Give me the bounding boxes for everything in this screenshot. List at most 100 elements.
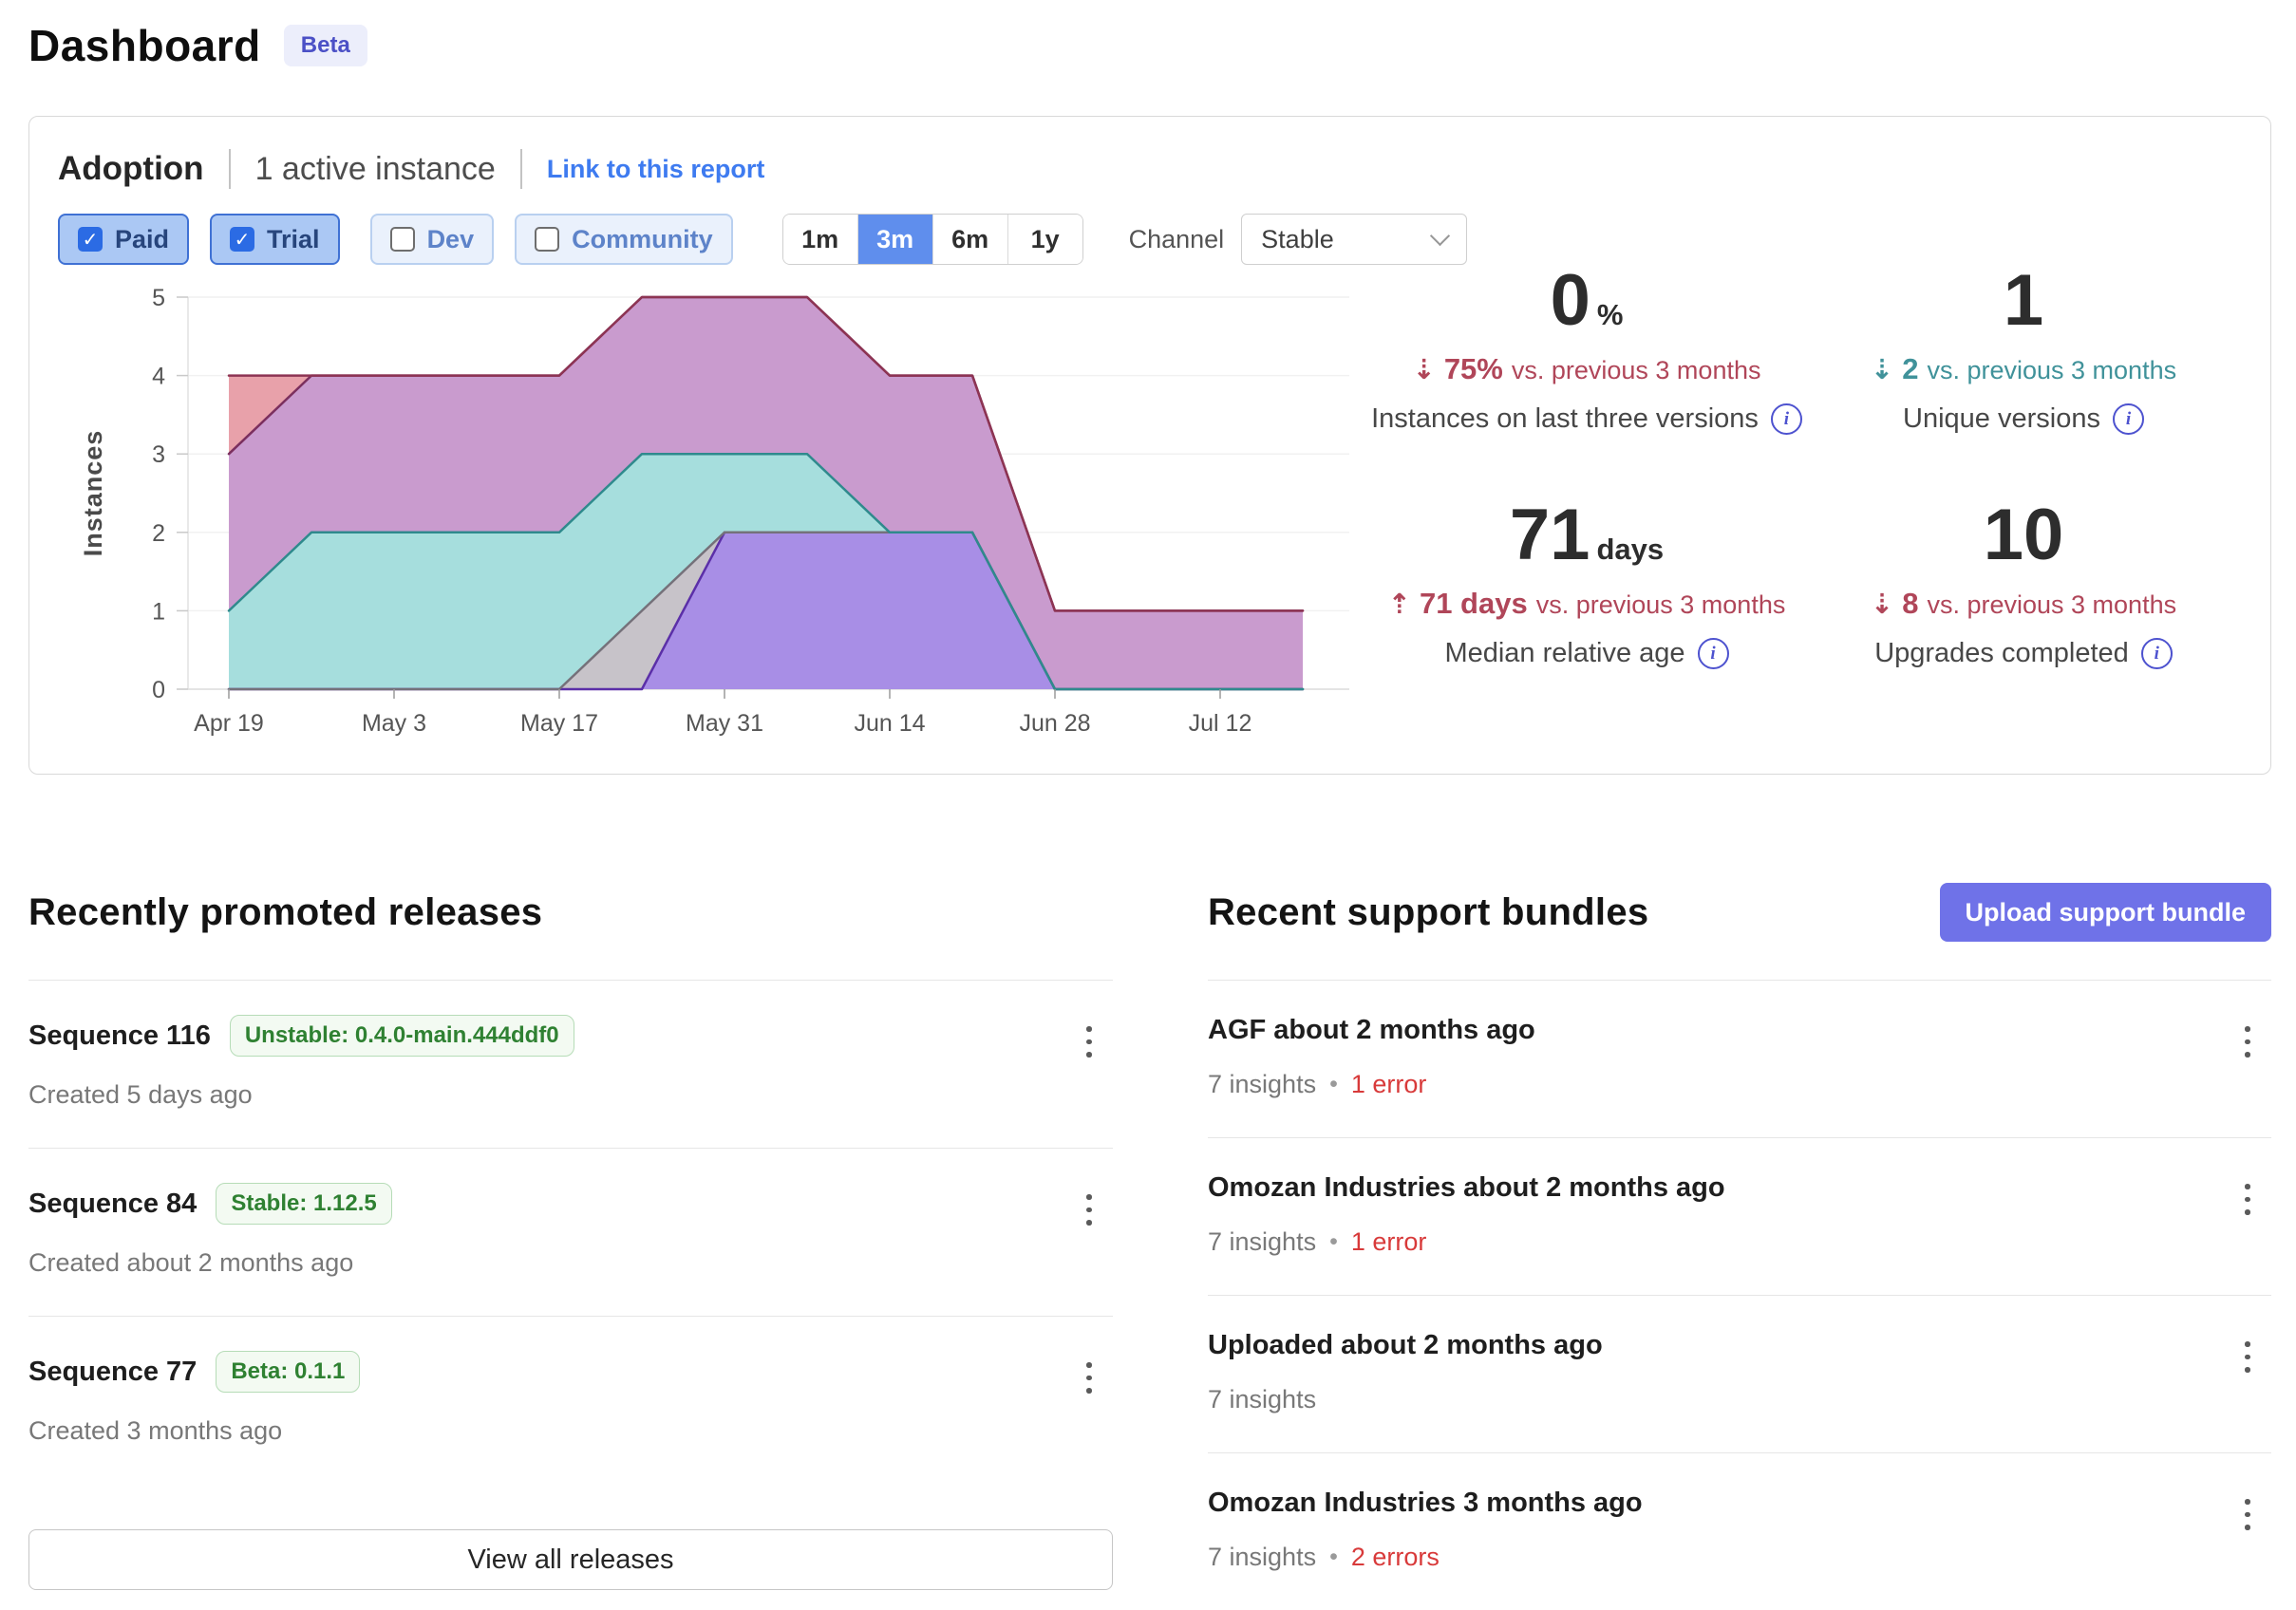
range-option-3m[interactable]: 3m [857,215,932,264]
filter-toggle-dev[interactable]: Dev [370,214,495,265]
bundle-insights: 7 insights [1208,1543,1316,1572]
svg-text:2: 2 [152,520,165,547]
filter-label: Dev [427,225,475,254]
checkbox-unchecked-icon [535,227,559,252]
channel-select[interactable]: Stable [1241,214,1467,265]
chart-and-stats: 012345Apr 19May 3May 17May 31Jun 14Jun 2… [58,265,2242,743]
chevron-down-icon [1430,226,1450,246]
svg-text:Jul 12: Jul 12 [1189,710,1252,737]
support-bundle-row[interactable]: Omozan Industries about 2 months ago 7 in… [1208,1137,2271,1295]
info-icon[interactable]: i [1698,638,1729,669]
divider [520,149,522,189]
bundle-insights: 7 insights [1208,1070,1316,1099]
filter-label: Paid [115,225,169,254]
kebab-menu-icon[interactable] [1073,1022,1105,1061]
time-range-control: 1m3m6m1y [782,214,1083,265]
info-icon[interactable]: i [2113,403,2144,435]
beta-badge: Beta [284,25,367,66]
kebab-menu-icon[interactable] [1073,1190,1105,1229]
license-filters: ✓ Paid ✓ Trial Dev Community [58,214,754,265]
kebab-menu-icon[interactable] [1073,1358,1105,1397]
release-created: Created 3 months ago [28,1416,1113,1446]
release-row[interactable]: Sequence 116 Unstable: 0.4.0-main.444ddf0… [28,980,1113,1148]
bundle-meta: 7 insights•1 error [1208,1070,2271,1099]
bundle-title: Omozan Industries about 2 months ago [1208,1172,1725,1204]
bundle-meta: 7 insights [1208,1385,2271,1414]
stat-label: Upgrades completed i [1805,638,2242,669]
info-icon[interactable]: i [2141,638,2173,669]
stat-delta-value: 8 [1902,587,1918,621]
range-option-6m[interactable]: 6m [932,215,1007,264]
stat-value-suffix: days [1596,533,1664,566]
stat-label-text: Upgrades completed [1874,638,2129,669]
adoption-filters-row: ✓Paid✓TrialDevCommunity 1m3m6m1y Channel… [58,214,2242,265]
stat-delta-value: 71 days [1420,587,1528,621]
adoption-card: Adoption 1 active instance Link to this … [28,116,2271,775]
svg-text:May 17: May 17 [520,710,598,737]
stat-delta: ⇣2vs. previous 3 months [1805,352,2242,386]
range-option-1m[interactable]: 1m [783,215,857,264]
checkbox-checked-icon: ✓ [230,227,254,252]
view-all-releases-button[interactable]: View all releases [28,1529,1113,1590]
stat-value: 10 [1805,499,2242,571]
kebab-menu-icon[interactable] [2231,1338,2264,1376]
svg-text:0: 0 [152,677,165,703]
filter-toggle-trial[interactable]: ✓ Trial [210,214,340,265]
release-row[interactable]: Sequence 77Beta: 0.1.1Created 3 months a… [28,1316,1113,1484]
channel-select-value: Stable [1261,225,1334,254]
stat-delta-caption: vs. previous 3 months [1927,356,2176,385]
bundle-title-line: Omozan Industries about 2 months ago [1208,1172,2271,1204]
page-title: Dashboard [28,20,261,71]
releases-heading: Recently promoted releases [28,891,542,934]
page-header: Dashboard Beta [28,15,2271,76]
svg-text:Jun 14: Jun 14 [854,710,925,737]
support-bundle-row[interactable]: Omozan Industries 3 months ago 7 insights… [1208,1452,2271,1610]
bundle-title-line: Omozan Industries 3 months ago [1208,1488,2271,1519]
release-row[interactable]: Sequence 84Stable: 1.12.5Created about 2… [28,1148,1113,1316]
stat-label: Median relative agei [1368,638,1805,669]
svg-text:5: 5 [152,285,165,311]
svg-text:4: 4 [152,364,165,390]
filter-toggle-paid[interactable]: ✓ Paid [58,214,189,265]
kebab-menu-icon[interactable] [2231,1180,2264,1219]
upload-support-bundle-button[interactable]: Upload support bundle [1940,883,2271,942]
release-created: Created about 2 months ago [28,1248,1113,1278]
bundle-title: AGF about 2 months ago [1208,1015,1535,1046]
release-title: Sequence 116 [28,1020,211,1052]
stat-block-0: 0%⇣75%vs. previous 3 monthsInstances on … [1368,265,1805,435]
link-to-report[interactable]: Link to this report [547,155,765,184]
stat-value-suffix: % [1597,298,1624,331]
filter-label: Community [572,225,713,254]
stat-label-text: Instances on last three versions [1371,403,1759,435]
svg-text:3: 3 [152,441,165,468]
support-bundles-list: AGF about 2 months ago 7 insights•1 error… [1208,980,2271,1610]
adoption-area-chart[interactable]: 012345Apr 19May 3May 17May 31Jun 14Jun 2… [58,278,1368,743]
bundle-insights: 7 insights [1208,1227,1316,1257]
releases-section: Recently promoted releases Sequence 116 U… [28,881,1113,1610]
info-icon[interactable]: i [1771,403,1802,435]
release-version-badge: Unstable: 0.4.0-main.444ddf0 [230,1015,574,1057]
checkbox-checked-icon: ✓ [78,227,103,252]
bundle-errors: 1 error [1351,1227,1427,1257]
releases-section-head: Recently promoted releases [28,881,1113,944]
stat-delta-caption: vs. previous 3 months [1512,356,1761,385]
support-bundles-section-head: Recent support bundles Upload support bu… [1208,881,2271,944]
adoption-title-row: Adoption 1 active instance Link to this … [58,149,2242,189]
bundle-title: Omozan Industries 3 months ago [1208,1488,1643,1519]
bottom-sections: Recently promoted releases Sequence 116 U… [28,881,2271,1610]
bundle-meta: 7 insights•2 errors [1208,1543,2271,1572]
support-bundle-row[interactable]: AGF about 2 months ago 7 insights•1 error [1208,980,2271,1137]
dashboard-page: Dashboard Beta Adoption 1 active instanc… [0,0,2296,1610]
kebab-menu-icon[interactable] [2231,1022,2264,1061]
kebab-menu-icon[interactable] [2231,1495,2264,1534]
bundle-title-line: Uploaded about 2 months ago [1208,1330,2271,1361]
range-option-1y[interactable]: 1y [1007,215,1082,264]
stat-block-2: 71days⇡71 daysvs. previous 3 monthsMedia… [1368,499,1805,669]
filter-toggle-community[interactable]: Community [515,214,733,265]
support-bundle-row[interactable]: Uploaded about 2 months ago 7 insights [1208,1295,2271,1452]
filter-label: Trial [267,225,320,254]
release-created: Created 5 days ago [28,1080,1113,1110]
stat-block-3: 10⇣8vs. previous 3 monthsUpgrades comple… [1805,499,2242,669]
arrow-down-icon: ⇣ [1413,353,1436,385]
bundle-title-line: AGF about 2 months ago [1208,1015,2271,1046]
